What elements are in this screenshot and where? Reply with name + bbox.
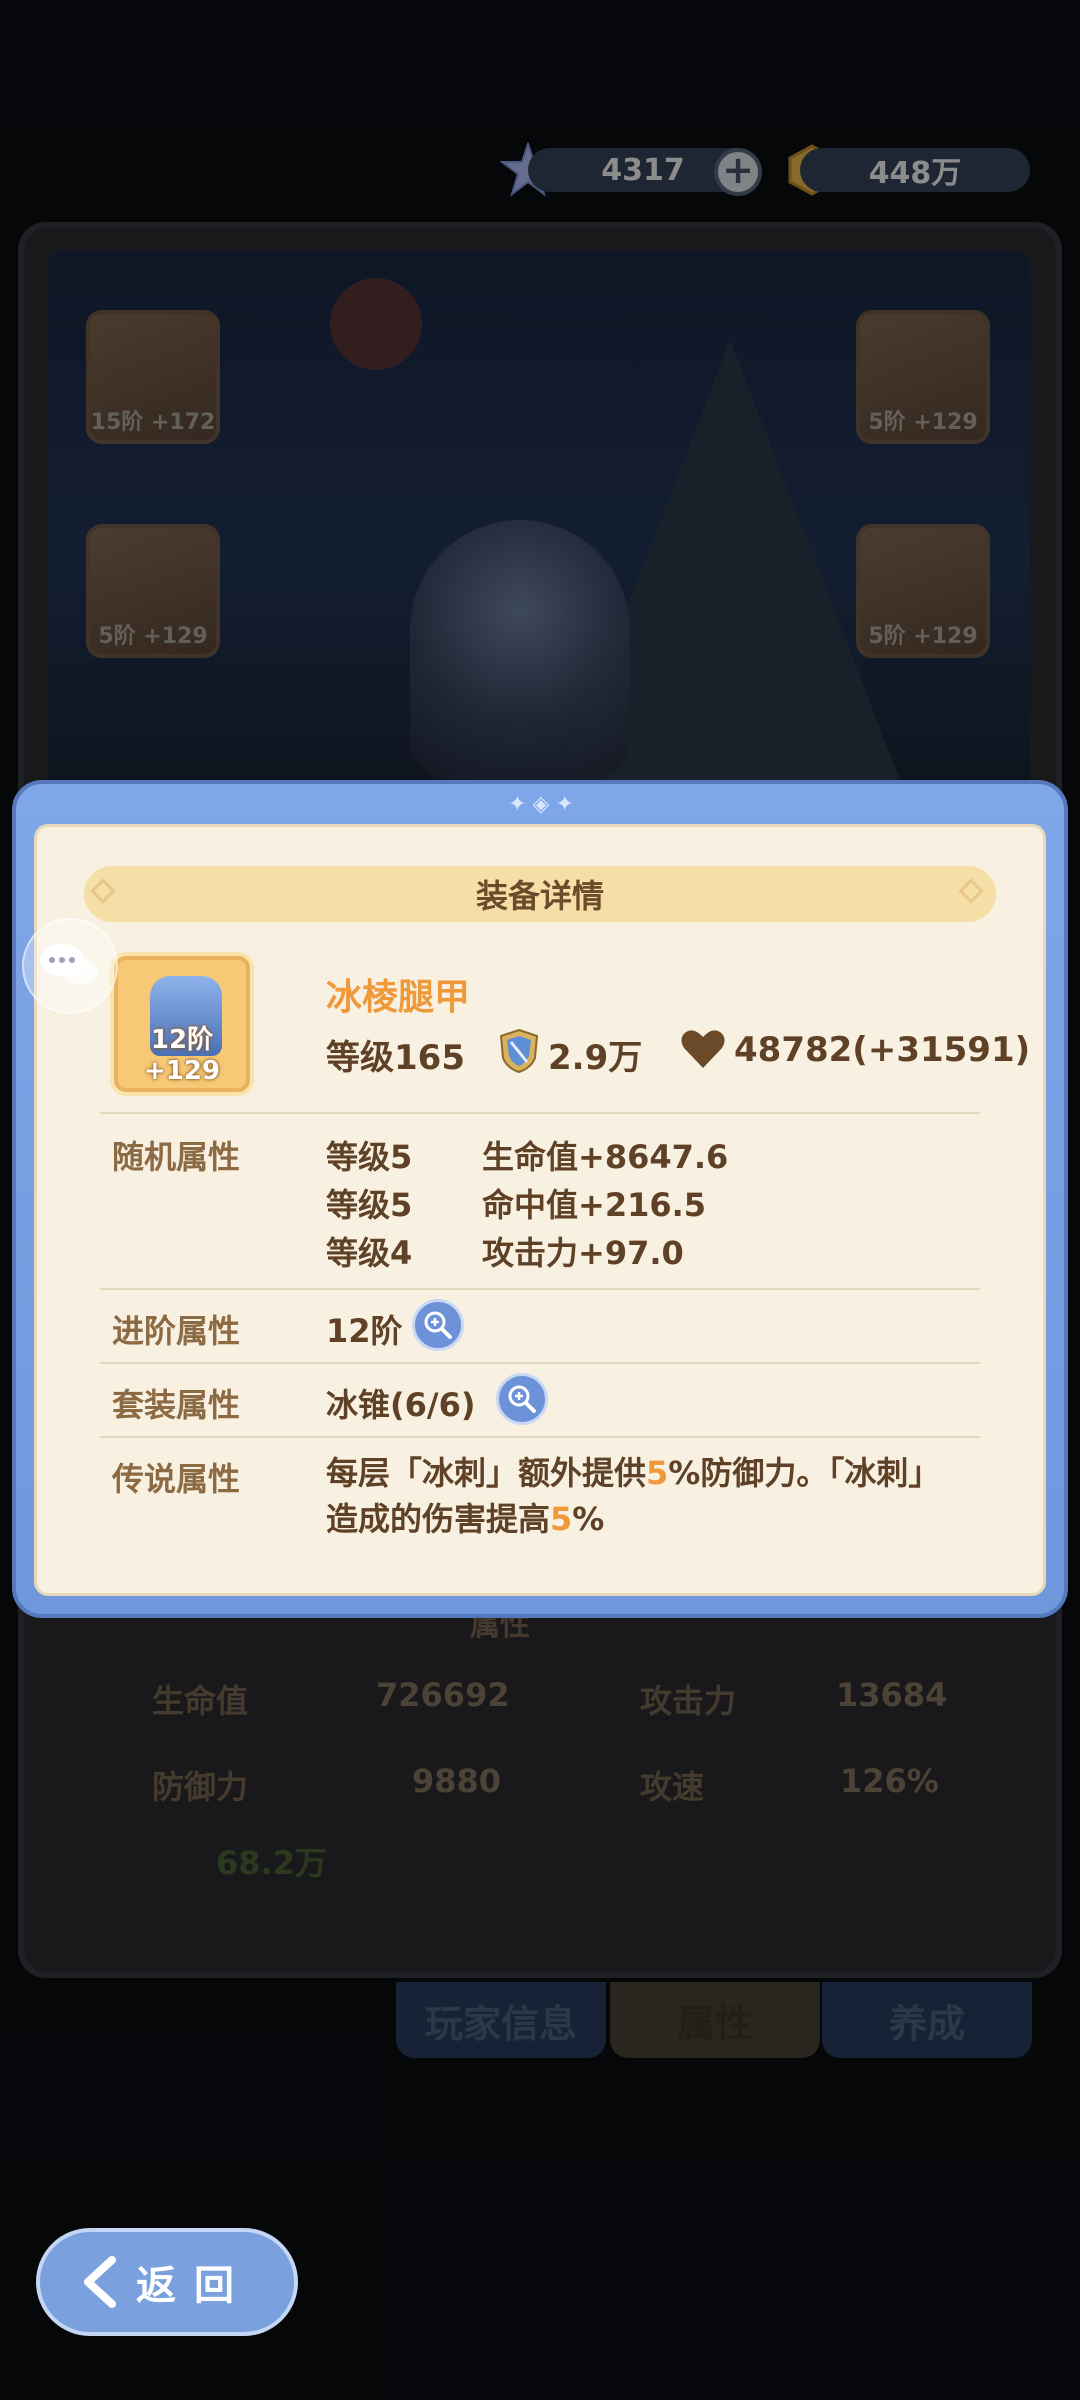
- advance-attr-label: 进阶属性: [112, 1312, 241, 1350]
- item-power-value: 2.9万: [548, 1038, 643, 1078]
- legend-text-part: %: [572, 1500, 605, 1538]
- random-attr-level: 等级5: [326, 1138, 413, 1176]
- back-button[interactable]: 返回: [36, 2228, 298, 2336]
- legend-attr-description: 每层「冰刺」额外提供5%防御力。「冰刺」造成的伤害提高5%: [326, 1450, 966, 1542]
- legend-attr-label: 传说属性: [112, 1460, 241, 1498]
- set-attr-label: 套装属性: [112, 1386, 241, 1424]
- divider: [100, 1362, 980, 1364]
- random-attr-level: 等级4: [326, 1234, 413, 1272]
- advance-attr-zoom-button[interactable]: [412, 1299, 464, 1351]
- legend-highlight-value: 5: [646, 1454, 669, 1492]
- modal-title-banner: 装备详情: [84, 866, 996, 922]
- random-attr-value: 命中值+216.5: [482, 1186, 707, 1224]
- item-name: 冰棱腿甲: [326, 977, 471, 1018]
- modal-title: 装备详情: [475, 877, 604, 915]
- frame-decoration: ✦◈✦: [508, 792, 580, 817]
- set-attr-zoom-button[interactable]: [496, 1373, 548, 1425]
- divider: [100, 1288, 980, 1290]
- back-arrow-icon: [84, 2256, 116, 2308]
- set-attr-value: 冰锥(6/6): [326, 1386, 476, 1424]
- chat-icon: [40, 944, 98, 985]
- legend-text-part: 每层「冰刺」额外提供: [326, 1454, 647, 1492]
- divider: [100, 1436, 980, 1438]
- shield-power-icon: [498, 1028, 540, 1074]
- random-attr-value: 攻击力+97.0: [482, 1234, 684, 1272]
- item-tier-label: 12阶 +129: [143, 1025, 221, 1086]
- item-icon: 12阶 +129: [114, 956, 250, 1092]
- random-attr-label: 随机属性: [112, 1138, 241, 1176]
- back-button-label: 返回: [136, 2263, 252, 2309]
- item-hp-value: 48782(+31591): [734, 1030, 1031, 1070]
- heart-icon: [680, 1028, 726, 1070]
- divider: [100, 1112, 980, 1114]
- item-level: 等级165: [326, 1038, 465, 1078]
- random-attr-level: 等级5: [326, 1186, 413, 1224]
- random-attr-value: 生命值+8647.6: [482, 1138, 729, 1176]
- chat-button[interactable]: [22, 918, 118, 1014]
- advance-attr-value: 12阶: [326, 1312, 403, 1350]
- legend-highlight-value: 5: [550, 1500, 573, 1538]
- zoom-icon: [424, 1311, 452, 1339]
- zoom-icon: [508, 1385, 536, 1413]
